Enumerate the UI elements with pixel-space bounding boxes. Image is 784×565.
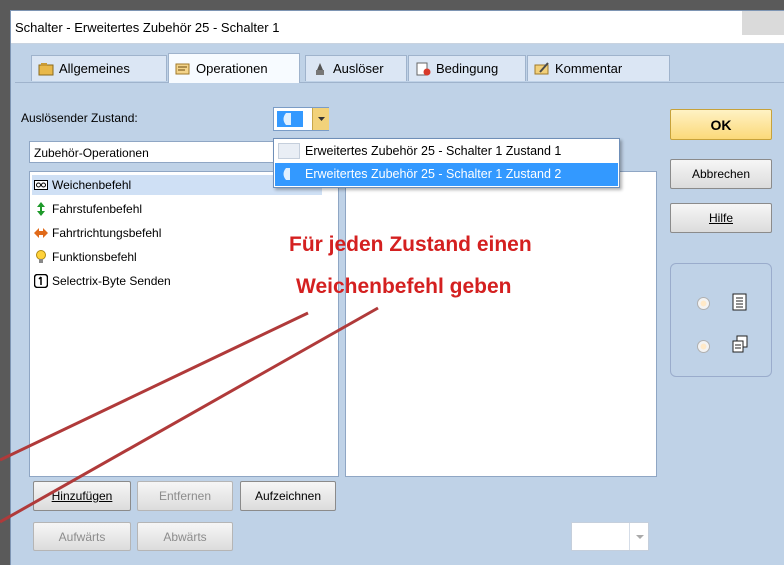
trigger-state-select[interactable] bbox=[273, 107, 329, 131]
tab-allgemeines[interactable]: Allgemeines bbox=[31, 55, 167, 81]
selected-operations-panel[interactable] bbox=[345, 171, 657, 477]
comment-icon bbox=[534, 61, 550, 76]
list-item-fahrstufenbefehl[interactable]: Fahrstufenbefehl bbox=[32, 199, 322, 219]
help-button[interactable]: Hilfe bbox=[670, 203, 772, 233]
state2-option-icon bbox=[278, 166, 300, 182]
direction-icon bbox=[34, 226, 48, 240]
list-item-selectrix-byte[interactable]: Selectrix-Byte Senden bbox=[32, 271, 322, 291]
speed-step-icon bbox=[34, 202, 48, 216]
window-title: Schalter - Erweitertes Zubehör 25 - Scha… bbox=[15, 20, 280, 35]
list-item-funktionsbefehl[interactable]: Funktionsbefehl bbox=[32, 247, 322, 267]
record-button[interactable]: Aufzeichnen bbox=[240, 481, 336, 511]
combo-chevron-icon bbox=[629, 523, 649, 550]
trigger-state-dropdown[interactable]: Erweitertes Zubehör 25 - Schalter 1 Zust… bbox=[273, 138, 620, 188]
dropdown-option-zustand-1[interactable]: Erweitertes Zubehör 25 - Schalter 1 Zust… bbox=[275, 140, 618, 162]
trigger-icon bbox=[312, 62, 328, 76]
tab-ausloeser[interactable]: Auslöser bbox=[305, 55, 407, 81]
move-up-button[interactable]: Aufwärts bbox=[33, 522, 131, 551]
selectrix-icon bbox=[33, 273, 49, 289]
lightbulb-icon bbox=[34, 250, 48, 264]
remove-button[interactable]: Entfernen bbox=[137, 481, 233, 511]
title-bar: Schalter - Erweitertes Zubehör 25 - Scha… bbox=[11, 11, 784, 44]
operations-icon bbox=[175, 62, 191, 76]
view-mode-group bbox=[670, 263, 772, 377]
ok-button[interactable]: OK bbox=[670, 109, 772, 140]
state2-icon bbox=[277, 111, 303, 127]
operations-list[interactable]: Weichenbefehl Fahrstufenbefehl Fahrtrich… bbox=[29, 171, 339, 477]
tab-kommentar[interactable]: Kommentar bbox=[527, 55, 670, 81]
tab-operationen[interactable]: Operationen bbox=[168, 53, 300, 83]
trigger-state-label: Auslösender Zustand: bbox=[21, 111, 138, 125]
annotation-line1: Für jeden Zustand einen bbox=[289, 233, 532, 256]
tab-bedingung[interactable]: Bedingung bbox=[408, 55, 526, 81]
turnout-icon bbox=[34, 178, 48, 192]
settings-icon bbox=[38, 62, 54, 76]
pages-view-icon bbox=[731, 335, 749, 356]
cancel-button[interactable]: Abbrechen bbox=[670, 159, 772, 189]
chevron-down-icon[interactable] bbox=[312, 108, 329, 130]
window-controls-area bbox=[742, 11, 784, 35]
list-item-fahrtrichtungsbefehl[interactable]: Fahrtrichtungsbefehl bbox=[32, 223, 322, 243]
view-pages-radio[interactable] bbox=[697, 340, 710, 353]
state1-icon bbox=[278, 143, 300, 159]
condition-icon bbox=[415, 62, 431, 76]
annotation-line2: Weichenbefehl geben bbox=[296, 275, 512, 298]
view-list-radio[interactable] bbox=[697, 297, 710, 310]
list-view-icon bbox=[731, 293, 749, 314]
move-down-button[interactable]: Abwärts bbox=[137, 522, 233, 551]
bottom-combo[interactable] bbox=[571, 522, 649, 551]
dialog-window: Schalter - Erweitertes Zubehör 25 - Scha… bbox=[10, 10, 784, 565]
tab-separator bbox=[15, 82, 784, 83]
dropdown-option-zustand-2[interactable]: Erweitertes Zubehör 25 - Schalter 1 Zust… bbox=[275, 163, 618, 186]
add-button[interactable]: Hinzufügen bbox=[33, 481, 131, 511]
